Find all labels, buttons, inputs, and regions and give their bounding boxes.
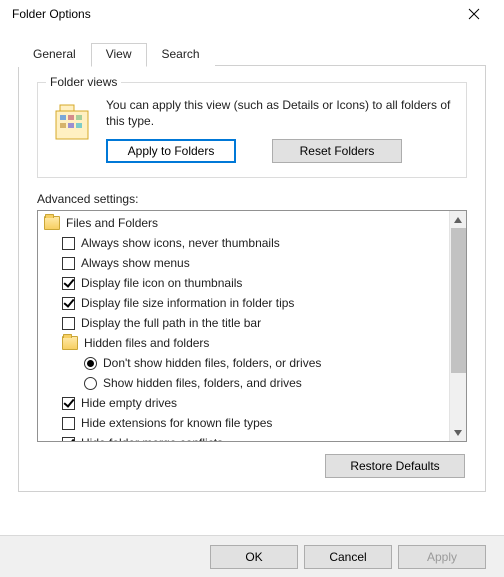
checkbox-icon[interactable] — [62, 397, 75, 410]
tree-item[interactable]: Hide extensions for known file types — [40, 413, 449, 433]
tree-item[interactable]: Hide folder merge conflicts — [40, 433, 449, 441]
tree-item-label: Display the full path in the title bar — [81, 316, 261, 330]
tree-item[interactable]: Display file size information in folder … — [40, 293, 449, 313]
tab-page-view: Folder views You can apply thi — [18, 66, 486, 492]
tree-item-label: Don't show hidden files, folders, or dri… — [103, 356, 321, 370]
checkbox-icon[interactable] — [62, 417, 75, 430]
tree-item-label: Hide empty drives — [81, 396, 177, 410]
tree-group-files-folders[interactable]: Files and Folders — [40, 213, 449, 233]
tree-item[interactable]: Hide empty drives — [40, 393, 449, 413]
tree-radio-item[interactable]: Show hidden files, folders, and drives — [40, 373, 449, 393]
scroll-up-icon[interactable] — [450, 211, 467, 228]
reset-folders-button[interactable]: Reset Folders — [272, 139, 402, 163]
apply-button[interactable]: Apply — [398, 545, 486, 569]
checkbox-icon[interactable] — [62, 277, 75, 290]
dialog-button-bar: OK Cancel Apply — [0, 535, 504, 577]
folder-views-legend: Folder views — [46, 75, 121, 89]
folder-views-group: Folder views You can apply thi — [37, 82, 467, 178]
tabstrip: General View Search — [18, 42, 486, 66]
folder-views-icon — [50, 99, 94, 143]
checkbox-icon[interactable] — [62, 437, 75, 442]
tree-radio-item[interactable]: Don't show hidden files, folders, or dri… — [40, 353, 449, 373]
scroll-down-icon[interactable] — [450, 424, 467, 441]
advanced-settings-label: Advanced settings: — [37, 192, 467, 206]
folder-icon — [62, 336, 78, 350]
scrollbar[interactable] — [449, 211, 466, 441]
tree-group-label: Hidden files and folders — [84, 336, 209, 350]
tree-item[interactable]: Display the full path in the title bar — [40, 313, 449, 333]
tree-item-label: Display file icon on thumbnails — [81, 276, 242, 290]
tree-item[interactable]: Display file icon on thumbnails — [40, 273, 449, 293]
radio-icon[interactable] — [84, 377, 97, 390]
scroll-track[interactable] — [450, 228, 466, 424]
scroll-thumb[interactable] — [451, 228, 466, 373]
checkbox-icon[interactable] — [62, 257, 75, 270]
radio-icon[interactable] — [84, 357, 97, 370]
ok-button[interactable]: OK — [210, 545, 298, 569]
tree-item-label: Hide folder merge conflicts — [81, 436, 223, 441]
tree-item-label: Display file size information in folder … — [81, 296, 294, 310]
tree-item-label: Hide extensions for known file types — [81, 416, 272, 430]
folder-icon — [44, 216, 60, 230]
tree-item[interactable]: Always show menus — [40, 253, 449, 273]
tab-general[interactable]: General — [18, 43, 91, 67]
checkbox-icon[interactable] — [62, 237, 75, 250]
tab-search[interactable]: Search — [147, 43, 215, 67]
tree-item[interactable]: Always show icons, never thumbnails — [40, 233, 449, 253]
close-button[interactable] — [454, 2, 494, 26]
advanced-settings-tree: Files and Folders Always show icons, nev… — [37, 210, 467, 442]
cancel-button[interactable]: Cancel — [304, 545, 392, 569]
checkbox-icon[interactable] — [62, 317, 75, 330]
restore-defaults-button[interactable]: Restore Defaults — [325, 454, 465, 478]
tree-group-hidden[interactable]: Hidden files and folders — [40, 333, 449, 353]
close-icon — [468, 8, 480, 20]
tree-item-label: Always show menus — [81, 256, 190, 270]
tree-item-label: Show hidden files, folders, and drives — [103, 376, 302, 390]
tree-item-label: Always show icons, never thumbnails — [81, 236, 280, 250]
tree-group-label: Files and Folders — [66, 216, 158, 230]
apply-to-folders-button[interactable]: Apply to Folders — [106, 139, 236, 163]
tab-view[interactable]: View — [91, 43, 147, 67]
folder-views-text: You can apply this view (such as Details… — [106, 97, 454, 129]
checkbox-icon[interactable] — [62, 297, 75, 310]
window-title: Folder Options — [12, 7, 91, 21]
